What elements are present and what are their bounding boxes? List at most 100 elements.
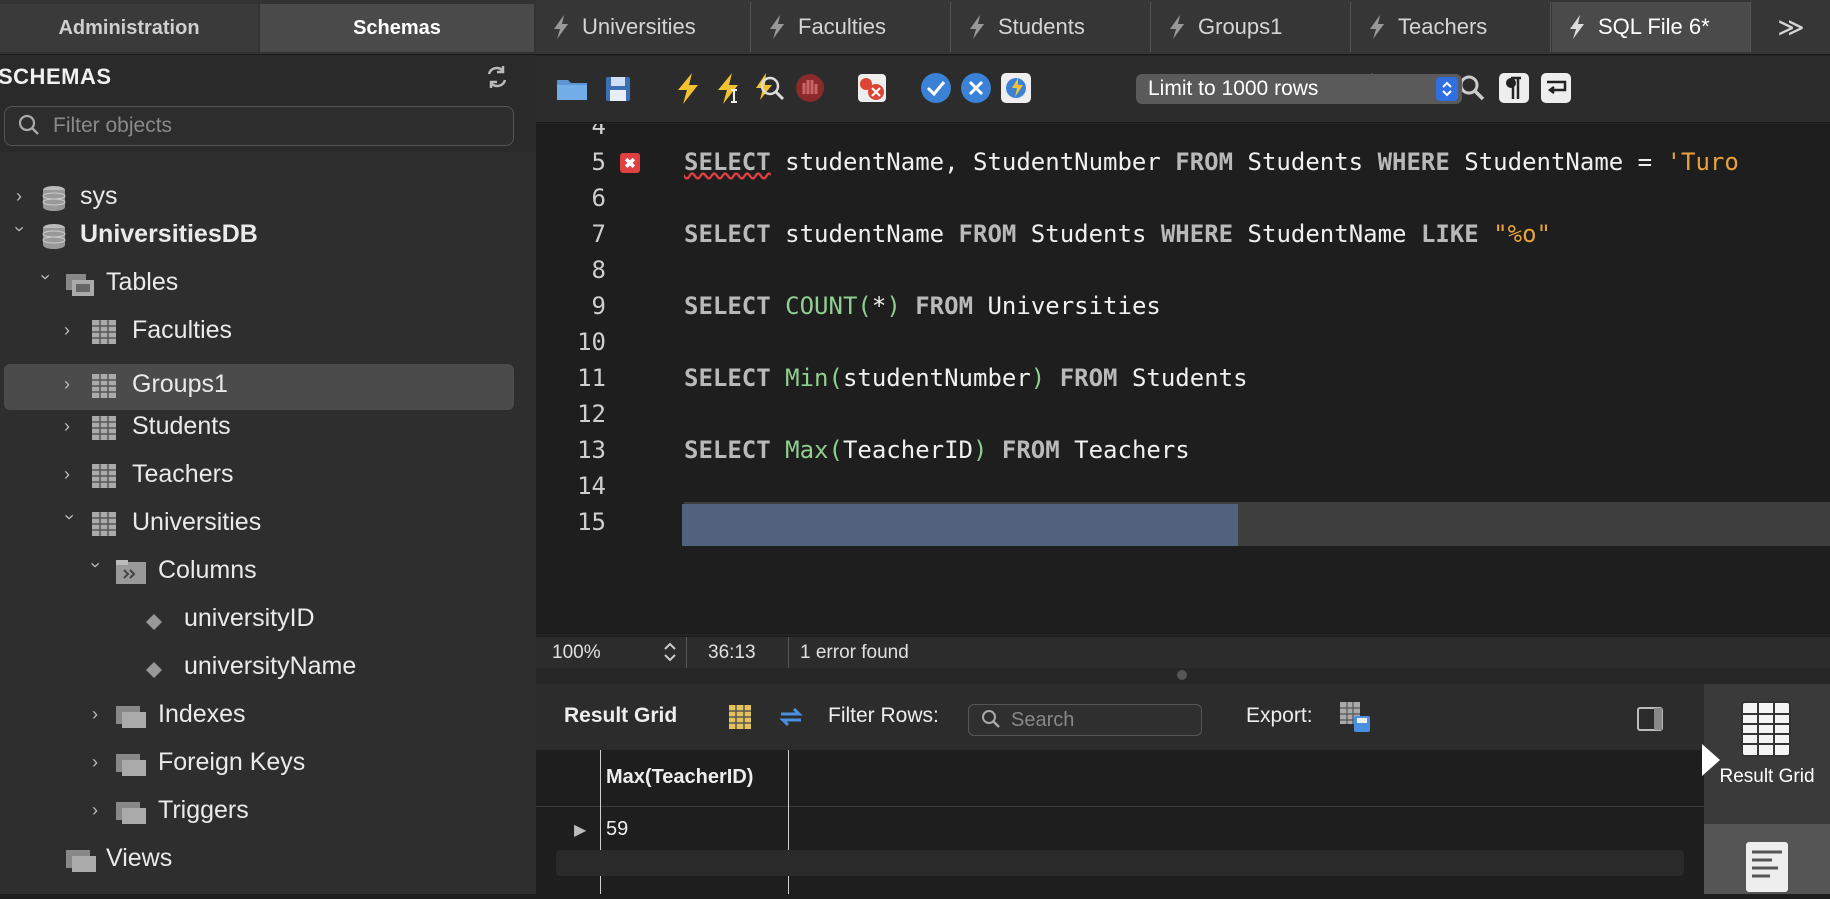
search-icon [17,113,41,137]
code-line-7: SELECT studentName FROM Students WHERE S… [684,220,1551,248]
filter-objects-input[interactable] [51,111,505,141]
select-arrows-icon [1436,77,1458,101]
table-icon [90,510,118,538]
tree-label-students: Students [132,412,231,440]
tab-label: Teachers [1398,14,1488,39]
export-icon[interactable] [1338,700,1372,739]
tab-label: Groups1 [1198,14,1283,39]
tab-sql-file-6[interactable]: SQL File 6* [1552,2,1751,52]
rollback-icon[interactable] [958,70,994,106]
tree-label-universities: Universities [132,508,262,536]
autocommit-icon[interactable] [998,70,1034,106]
word-wrap-icon[interactable] [1538,70,1574,106]
chevron-right-icon[interactable]: › [64,465,80,483]
refresh-icon[interactable] [484,64,510,90]
tab-schemas[interactable]: Schemas [260,4,534,52]
tree-node-views[interactable]: Views [0,838,536,882]
save-icon[interactable] [600,70,636,106]
tree-label-teachers: Teachers [132,460,234,488]
execute-icon[interactable] [670,70,706,106]
tree-label-tables: Tables [106,268,179,296]
error-marker-icon[interactable]: ✖ [620,153,640,173]
result-grid-label: Result Grid [564,704,678,727]
result-grid[interactable]: Max(TeacherID) ▶ 59 [536,750,1704,894]
tab-label: Universities [582,14,696,39]
chevron-right-icon[interactable]: › [16,187,32,205]
tab-faculties[interactable]: Faculties [752,2,951,52]
table-icon [90,372,118,400]
execute-current-icon[interactable] [710,70,746,106]
code-line-9: SELECT COUNT(*) FROM Universities [684,292,1161,320]
stop-icon[interactable] [792,70,828,106]
table-icon [90,318,118,346]
tree-node-universities[interactable]: › Universities [0,502,536,546]
column-header[interactable]: Max(TeacherID) [606,766,753,789]
chevron-right-icon[interactable]: › [64,417,80,435]
tab-students[interactable]: Students [952,2,1151,52]
explain-icon[interactable] [750,70,786,106]
result-grid-icon[interactable] [1738,698,1794,765]
tab-administration[interactable]: Administration [0,4,258,52]
zoom-stepper-icon[interactable] [662,641,678,669]
tree-label-foreign-keys: Foreign Keys [158,748,306,776]
toggle-error-stop-icon[interactable] [854,70,890,106]
tree-node-columns[interactable]: › Columns [0,550,536,594]
tree-node-faculties[interactable]: › Faculties [0,310,536,354]
tab-groups1[interactable]: Groups1 [1152,2,1351,52]
tree-node-universityid[interactable]: universityID [0,598,536,642]
limit-rows-select[interactable]: Limit to 1000 rows [1136,74,1462,104]
invisible-chars-icon[interactable] [1496,70,1532,106]
tree-node-indexes[interactable]: › Indexes [0,694,536,738]
chevron-right-icon[interactable]: › [92,801,108,819]
tree-node-universitiesdb[interactable]: › UniversitiesDB [0,214,536,258]
grid-cell[interactable]: 59 [606,818,628,841]
tree-label-universityname: universityName [184,652,357,680]
tab-universities[interactable]: Universities [536,2,751,52]
tree-node-students[interactable]: › Students [0,406,536,450]
filter-rows-field[interactable] [968,704,1202,736]
tree-node-teachers[interactable]: › Teachers [0,454,536,498]
folder-columns-icon [114,558,146,586]
tree-node-foreign-keys[interactable]: › Foreign Keys [0,742,536,786]
sql-editor[interactable]: 4 5 ✖ 6 7 8 9 10 11 12 13 14 15 SELECT s… [536,124,1830,634]
tree-node-groups1[interactable]: › Groups1 [4,364,514,410]
document-tabs: Universities Faculties Students Groups1 … [536,0,1830,55]
chevron-down-icon[interactable]: › [60,514,80,530]
form-editor-icon [1742,838,1792,899]
commit-icon[interactable] [918,70,954,106]
table-row[interactable] [556,850,1684,876]
chevron-right-icon[interactable]: › [64,321,80,339]
toggle-panel-icon[interactable] [1636,706,1664,737]
line-number: 13 [577,436,606,464]
line-number: 5 [591,148,606,176]
lightning-icon [1570,15,1584,39]
chevron-down-icon[interactable]: › [36,274,56,290]
chevron-right-icon[interactable]: › [92,753,108,771]
result-grid-side-label[interactable]: Result Grid [1704,766,1830,787]
zoom-level[interactable]: 100% [552,642,601,664]
tabs-overflow-button[interactable]: ≫ [1752,2,1830,52]
chevron-down-icon[interactable]: › [86,562,106,578]
form-editor-button[interactable] [1704,824,1830,894]
cursor-position: 36:13 [708,642,756,663]
open-file-icon[interactable] [554,70,590,106]
database-icon [40,222,68,250]
chevron-right-icon[interactable]: › [64,375,80,393]
filter-rows-input[interactable] [1009,707,1193,733]
tree-node-tables[interactable]: › Tables [0,262,536,306]
chevron-right-icon[interactable]: › [92,705,108,723]
line-number: 9 [591,292,606,320]
tree-label-views: Views [106,844,173,872]
table-icon [90,462,118,490]
tree-label-triggers: Triggers [158,796,249,824]
chevron-down-icon[interactable]: › [10,226,30,242]
tree-node-triggers[interactable]: › Triggers [0,790,536,834]
tree-node-universityname[interactable]: universityName [0,646,536,690]
result-toolbar: Result Grid Filter Rows: Export: [536,684,1704,751]
filter-objects-field[interactable] [4,106,514,146]
pane-splitter[interactable] [536,668,1830,684]
tab-teachers[interactable]: Teachers [1352,2,1551,52]
grid-layout-icon[interactable] [726,702,754,737]
refresh-results-icon[interactable] [776,702,806,737]
folder-triggers-icon [114,798,146,826]
